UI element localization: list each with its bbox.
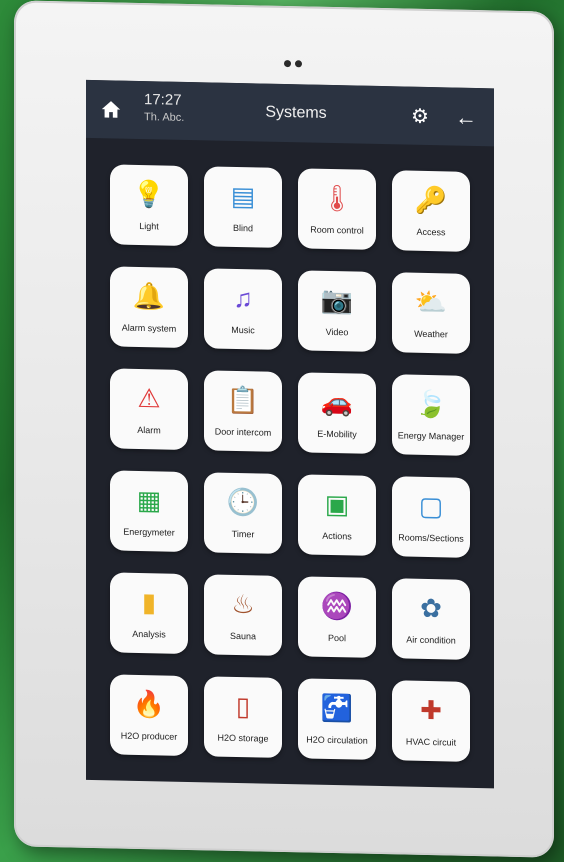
tile-label: Analysis [132,628,166,640]
touch-panel-device: 17:27 Th. Abc. Systems ⚙ ← 💡 Light ▤ Blind 🌡… [14,0,554,858]
home-button[interactable] [94,92,128,127]
tile-timer[interactable]: 🕒 Timer [204,472,282,554]
clock-time: 17:27 [144,91,182,109]
tile-actions[interactable]: ▣ Actions [298,474,376,556]
tile-label: Air condition [406,634,456,646]
tile-room-control[interactable]: 🌡 Room control [298,168,376,250]
tile-label: Energy Manager [397,430,465,442]
tile-e-mobility[interactable]: 🚗 E-Mobility [298,372,376,454]
systems-grid: 💡 Light ▤ Blind 🌡 Room control 🔑 Access 🔔 Alarm s… [110,164,480,762]
top-bar: 17:27 Th. Abc. Systems ⚙ ← [86,79,494,147]
clock-date: Th. Abc. [144,111,185,124]
tile-h2o-producer[interactable]: 🔥 H2O producer [110,674,188,756]
tile-label: Access [416,226,446,238]
tile-label: Rooms/Sections [398,532,464,544]
music-icon: ♫ [233,282,253,314]
intercom-icon: 📋 [226,384,260,416]
tile-label: Light [139,220,159,232]
tile-label: Sauna [229,630,257,642]
tile-label: Video [325,326,349,338]
page-title: Systems [265,103,327,122]
tile-label: H2O producer [120,730,178,742]
tile-label: E-Mobility [317,428,357,440]
meter-icon: ▦ [136,484,162,516]
tile-h2o-circulation[interactable]: 🚰 H2O circulation [298,678,376,760]
tile-label: Energymeter [123,526,175,538]
fan-icon: ✿ [420,592,442,624]
tile-blind[interactable]: ▤ Blind [204,166,282,248]
rooms-icon: ▢ [418,490,444,522]
back-button[interactable]: ← [450,101,482,134]
boiler-icon: 🔥 [132,688,166,720]
alarm-icon: 🔔 [132,280,166,312]
tile-analysis[interactable]: ▮ Analysis [110,572,188,654]
tile-label: Room control [310,224,364,236]
tile-label: Music [231,324,255,336]
blind-icon: ▤ [230,180,256,212]
tile-door-intercom[interactable]: 📋 Door intercom [204,370,282,452]
tap-icon: 🚰 [320,692,354,724]
thermometer-icon: 🌡 [320,182,354,214]
tile-pool[interactable]: ♒ Pool [298,576,376,658]
tile-alarm-system[interactable]: 🔔 Alarm system [110,266,188,348]
key-icon: 🔑 [414,184,448,216]
camera-icon: 📷 [320,284,354,316]
pool-icon: ♒ [320,590,354,622]
tank-icon: ▯ [235,690,251,722]
tile-sauna[interactable]: ♨ Sauna [204,574,282,656]
actions-icon: ▣ [324,488,350,520]
tile-label: Door intercom [214,426,272,438]
lightbulb-icon: 💡 [132,178,166,210]
arrow-left-icon: ← [455,104,477,131]
tile-energy-manager[interactable]: 🍃 Energy Manager [392,374,470,456]
car-icon: 🚗 [320,386,354,418]
sauna-icon: ♨ [231,588,255,620]
pump-icon: ✚ [420,694,442,726]
tile-hvac-circuit[interactable]: ✚ HVAC circuit [392,680,470,762]
tile-rooms-sections[interactable]: ▢ Rooms/Sections [392,476,470,558]
warning-icon: ⚠ [137,382,161,414]
tile-weather[interactable]: ⛅ Weather [392,272,470,354]
tile-label: Actions [322,530,352,542]
tile-label: Alarm [137,424,161,436]
bar-chart-icon: ▮ [141,587,157,618]
tile-label: Alarm system [121,322,177,334]
tile-air-condition[interactable]: ✿ Air condition [392,578,470,660]
camera-sensor [282,54,306,68]
tile-label: Timer [231,528,255,540]
tile-label: Pool [327,632,346,644]
tile-video[interactable]: 📷 Video [298,270,376,352]
settings-button[interactable]: ⚙ [404,101,436,134]
tile-label: HVAC circuit [405,736,457,748]
tile-music[interactable]: ♫ Music [204,268,282,350]
home-icon [101,101,121,118]
tile-alarm[interactable]: ⚠ Alarm [110,368,188,450]
tile-label: H2O storage [217,732,269,744]
tile-light[interactable]: 💡 Light [110,164,188,246]
clock-icon: 🕒 [226,486,260,518]
gear-icon: ⚙ [411,105,429,129]
tile-label: Weather [414,328,448,340]
tile-energymeter[interactable]: ▦ Energymeter [110,470,188,552]
tile-access[interactable]: 🔑 Access [392,170,470,252]
weather-icon: ⛅ [414,286,448,318]
tile-label: H2O circulation [306,734,368,746]
tile-h2o-storage[interactable]: ▯ H2O storage [204,676,282,758]
display-screen: 17:27 Th. Abc. Systems ⚙ ← 💡 Light ▤ Blind 🌡… [86,79,494,789]
leaf-icon: 🍃 [414,388,448,420]
tile-label: Blind [232,222,253,234]
